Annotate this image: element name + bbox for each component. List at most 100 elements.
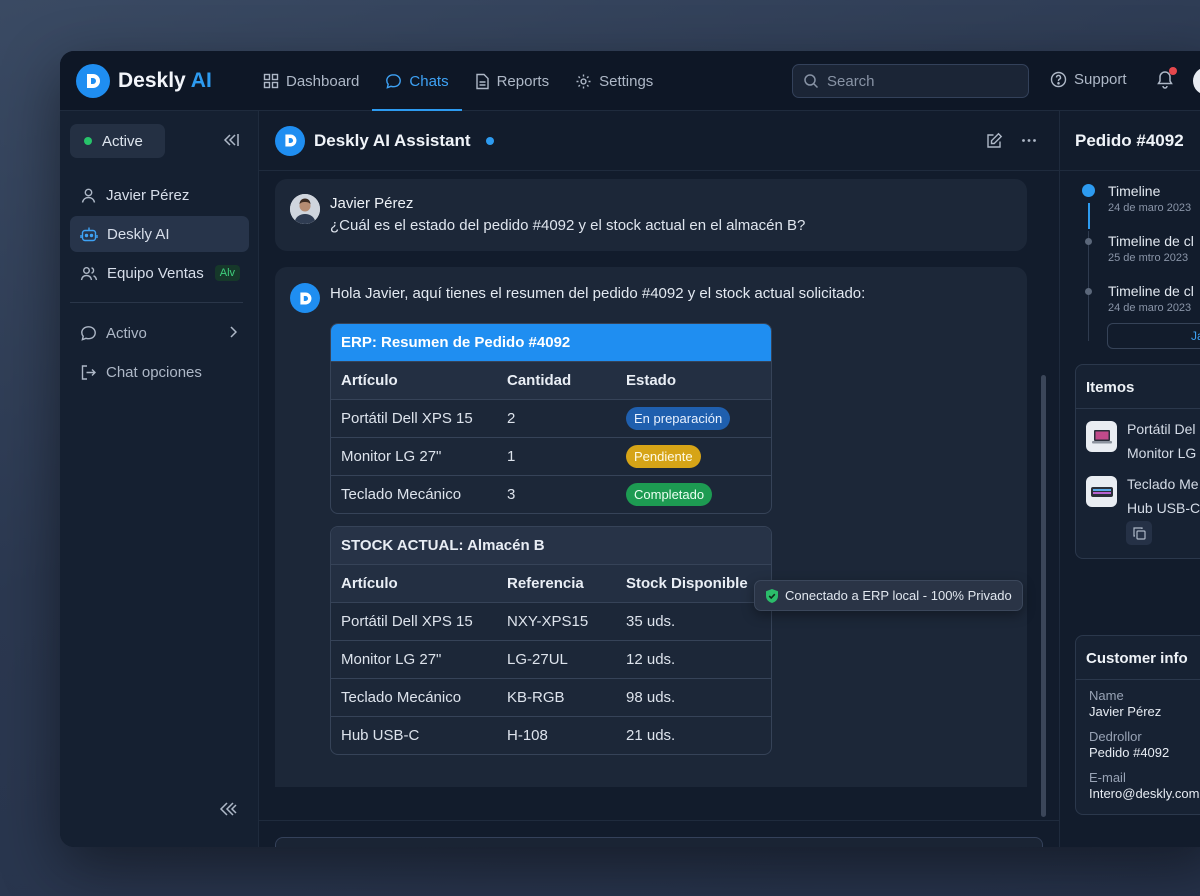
column-header: Artículo <box>341 575 398 592</box>
customer-field: Name Javier Pérez <box>1089 688 1161 719</box>
erp-connection-chip: Conectado a ERP local - 100% Privado <box>754 580 1023 611</box>
help-icon <box>1050 71 1067 88</box>
cell-stock: 98 uds. <box>626 689 676 706</box>
cell-item: Monitor LG 27" <box>341 651 442 668</box>
cell-reference: H-108 <box>507 727 548 744</box>
timeline-dot <box>1085 238 1092 245</box>
chat-bubble-icon <box>81 325 96 341</box>
timeline-item[interactable]: Timeline 24 de maro 2023 <box>1108 183 1191 214</box>
sidebar-item-label: Activo <box>106 324 147 342</box>
robot-icon <box>80 227 98 241</box>
nav-label: Dashboard <box>286 72 360 90</box>
field-value: Javier Pérez <box>1089 704 1162 719</box>
timeline-date: 24 de maro 2023 <box>1108 302 1192 314</box>
main-nav: Dashboard Chats Reports Settings <box>250 51 666 111</box>
assistant-message: Hola Javier, aquí tienes el resumen del … <box>275 267 1027 787</box>
sidebar-item-activo[interactable]: Activo <box>70 315 249 351</box>
cell-item: Hub USB-C <box>341 727 420 744</box>
chat-scrollbar[interactable] <box>1041 375 1046 817</box>
cell-item: Portátil Dell XPS 15 <box>341 410 473 427</box>
sidebar-item-label: Deskly AI <box>107 225 170 243</box>
cell-reference: KB-RGB <box>507 689 565 706</box>
cell-reference: NXY-XPS15 <box>507 613 589 630</box>
sidebar-divider <box>70 302 243 303</box>
collapse-sidebar-button[interactable] <box>222 132 240 153</box>
sidebar-options: Activo Chat opciones <box>70 315 249 393</box>
table-title: STOCK ACTUAL: Almacén B <box>331 527 771 564</box>
search-box[interactable] <box>792 64 1029 98</box>
stock-table: STOCK ACTUAL: Almacén B Artículo Referen… <box>330 526 772 755</box>
field-label: E-mail <box>1089 770 1126 785</box>
notifications-button[interactable] <box>1156 67 1177 94</box>
erp-chip-label: Conectado a ERP local - 100% Privado <box>785 588 1012 603</box>
nav-dashboard[interactable]: Dashboard <box>250 51 372 111</box>
chat-panel: Deskly AI Assistant Javier Pérez ¿Cuál e… <box>259 111 1059 847</box>
chat-header: Deskly AI Assistant <box>259 111 1059 171</box>
field-value[interactable]: Intero@deskly.com <box>1089 786 1200 801</box>
users-icon <box>80 266 98 280</box>
order-summary-table: ERP: Resumen de Pedido #4092 Artículo Ca… <box>330 323 772 514</box>
app-logo[interactable]: Deskly AI <box>76 64 212 98</box>
support-link[interactable]: Support <box>1050 71 1127 88</box>
edit-icon[interactable] <box>986 132 1003 149</box>
cell-item: Teclado Mecánico <box>341 689 462 706</box>
user-icon <box>81 188 96 203</box>
nav-label: Settings <box>599 72 654 90</box>
nav-chats[interactable]: Chats <box>372 51 462 111</box>
nav-settings[interactable]: Settings <box>562 51 666 111</box>
item-name: Hub USB-C <box>1127 500 1200 516</box>
chat-icon <box>386 73 402 89</box>
field-value: Pedido #4092 <box>1089 745 1170 760</box>
more-options-icon[interactable] <box>1021 132 1037 149</box>
copy-icon <box>1132 526 1146 540</box>
table-header-row: Artículo Referencia Stock Disponible <box>331 564 771 602</box>
search-input[interactable] <box>827 72 1007 90</box>
card-title: Customer info <box>1076 636 1200 680</box>
timeline-title: Timeline de cl <box>1108 283 1194 299</box>
status-badge: Alv <box>214 265 241 281</box>
status-selector[interactable]: Active <box>70 124 165 158</box>
timeline-line <box>1088 231 1089 341</box>
composer-divider <box>259 820 1059 821</box>
timeline-dot <box>1085 288 1092 295</box>
double-chevron-left-icon <box>219 802 237 816</box>
column-header: Artículo <box>341 372 398 389</box>
cell-quantity: 2 <box>507 410 516 427</box>
timeline-dot-active <box>1082 184 1095 197</box>
sidebar-item-chat-opciones[interactable]: Chat opciones <box>70 354 249 390</box>
customer-field: E-mail Intero@deskly.com <box>1089 770 1200 801</box>
shield-check-icon <box>766 588 778 603</box>
logo-icon <box>76 64 110 98</box>
user-avatar[interactable] <box>1193 67 1200 95</box>
panel-title: Pedido #4092 <box>1075 131 1184 150</box>
table-row: Hub USB-C H-108 21 uds. <box>331 716 771 754</box>
sidebar-item-equipo-ventas[interactable]: Equipo Ventas Alv <box>70 255 249 291</box>
status-dot <box>84 137 92 145</box>
timeline-action-button[interactable]: Ja <box>1107 323 1200 349</box>
message-text: ¿Cuál es el estado del pedido #4092 y el… <box>330 217 806 234</box>
collapse-bottom-button[interactable] <box>218 801 238 822</box>
timeline-item[interactable]: Timeline de cl 25 de mtro 2023 <box>1108 233 1194 264</box>
customer-info-card: Customer info Name Javier Pérez Dedrollo… <box>1075 635 1200 815</box>
nav-label: Reports <box>496 72 550 90</box>
list-item[interactable]: Teclado Me Hub USB-C <box>1086 476 1200 520</box>
document-icon <box>475 73 489 89</box>
table-row: Portátil Dell XPS 15 2 En preparación <box>331 399 771 437</box>
app-window: Deskly AI Dashboard Chats Reports Settin… <box>60 51 1200 847</box>
top-bar: Deskly AI Dashboard Chats Reports Settin… <box>60 51 1200 111</box>
copy-button[interactable] <box>1126 521 1152 545</box>
list-item[interactable]: Portátil Del Monitor LG <box>1086 421 1196 465</box>
timeline-title: Timeline de cl <box>1108 233 1194 249</box>
assistant-logo-icon <box>275 125 305 156</box>
sidebar-item-deskly-ai[interactable]: Deskly AI <box>70 216 249 252</box>
timeline-date: 25 de mtro 2023 <box>1108 252 1189 264</box>
timeline-item[interactable]: Timeline de cl 24 de maro 2023 <box>1108 283 1194 314</box>
nav-reports[interactable]: Reports <box>462 51 563 111</box>
status-label: Active <box>102 132 143 150</box>
message-author: Javier Pérez <box>330 195 414 212</box>
collapse-left-icon <box>223 134 239 146</box>
keyboard-thumbnail-icon <box>1086 476 1117 507</box>
nav-label: Chats <box>409 72 449 90</box>
sidebar-item-javier[interactable]: Javier Pérez <box>70 177 249 213</box>
field-label: Dedrollor <box>1089 729 1142 744</box>
